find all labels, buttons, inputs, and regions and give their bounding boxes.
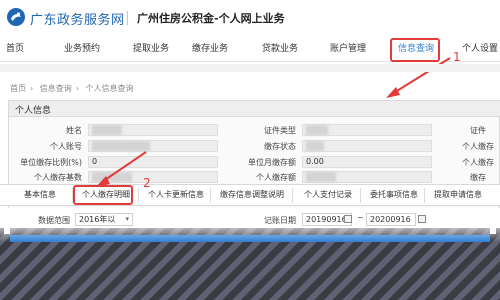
guangdong-logo-icon — [7, 8, 25, 26]
tab-payment-record[interactable]: 个人支付记录 — [304, 189, 352, 200]
page: 广东政务服务网 广州住房公积金-个人网上业务 首页 业务预约 提取业务 缴存业务… — [0, 0, 500, 300]
id-type-label: 证件类型 — [264, 126, 296, 135]
year-range-label: 数据范围 — [38, 216, 70, 225]
panel-title: 个人信息 — [15, 106, 52, 116]
tab-card-update[interactable]: 个人卡更新信息 — [148, 189, 204, 200]
tab-deposit-adjust[interactable]: 缴存信息调整说明 — [220, 189, 284, 200]
breadcrumb-home[interactable]: 首页 — [10, 84, 26, 93]
tab-withdrawal-apply[interactable]: 提取申请信息 — [434, 189, 482, 200]
account-label: 个人账号 — [50, 142, 82, 151]
panel-title-bar: 个人信息 — [9, 101, 500, 117]
chevron-down-icon: ▾ — [125, 215, 129, 223]
tab-basic-info[interactable]: 基本信息 — [24, 189, 56, 200]
site-name[interactable]: 广东政务服务网 — [30, 9, 125, 28]
right-label-2: 个人缴存 — [462, 142, 494, 151]
business-title: 广州住房公积金-个人网上业务 — [137, 12, 285, 25]
personal-amount-redacted — [306, 172, 336, 182]
right-label-1: 证件 — [470, 126, 486, 135]
breadcrumb-current: 个人信息查询 — [85, 84, 134, 93]
header-divider — [127, 11, 128, 25]
right-label-3: 个人缴存 — [462, 158, 494, 167]
nav-item-home[interactable]: 首页 — [6, 41, 24, 54]
year-range-select[interactable]: 2016年以 ▾ — [75, 213, 133, 226]
nav-item-account[interactable]: 账户管理 — [330, 41, 366, 54]
name-redacted — [92, 125, 122, 135]
status-label: 缴存状态 — [264, 142, 296, 151]
nav-item-withdrawal[interactable]: 提取业务 — [133, 41, 169, 54]
unit-amount-field: 0.00 — [302, 156, 432, 168]
personal-amount-label: 个人缴存额 — [256, 173, 296, 182]
nav-item-settings[interactable]: 个人设置 — [462, 41, 498, 54]
breadcrumb-info-query[interactable]: 信息查询 — [40, 84, 72, 93]
unit-amount-label: 单位月缴存额 — [248, 158, 296, 167]
id-type-redacted — [306, 125, 328, 135]
tab-entrust-info[interactable]: 委托事项信息 — [370, 189, 418, 200]
annotation-arrow-1 — [386, 57, 451, 98]
date-to-input[interactable]: 20200916 — [366, 213, 416, 226]
deposit-base-label: 个人缴存基数 — [34, 173, 82, 182]
section-divider — [0, 64, 500, 72]
name-label: 姓名 — [66, 126, 82, 135]
right-label-4: 缴存 — [470, 173, 486, 182]
calendar-icon[interactable] — [344, 215, 352, 223]
annotation-arrow-2 — [96, 151, 147, 187]
ratio-label: 单位缴存比例(%) — [20, 158, 82, 167]
nav-item-loan[interactable]: 贷款业务 — [262, 41, 298, 54]
site-header: 广东政务服务网 广州住房公积金-个人网上业务 — [0, 0, 500, 36]
breadcrumb: 首页 › 信息查询 › 个人信息查询 — [10, 84, 134, 93]
date-range-dash: ~ — [357, 213, 364, 222]
nav-item-deposit[interactable]: 缴存业务 — [192, 41, 228, 54]
status-redacted — [306, 141, 324, 151]
year-range-value: 2016年以 — [79, 215, 116, 224]
nav-item-appointment[interactable]: 业务预约 — [64, 41, 100, 54]
calendar-icon[interactable] — [418, 215, 426, 223]
date-range-label: 记账日期 — [264, 216, 296, 225]
